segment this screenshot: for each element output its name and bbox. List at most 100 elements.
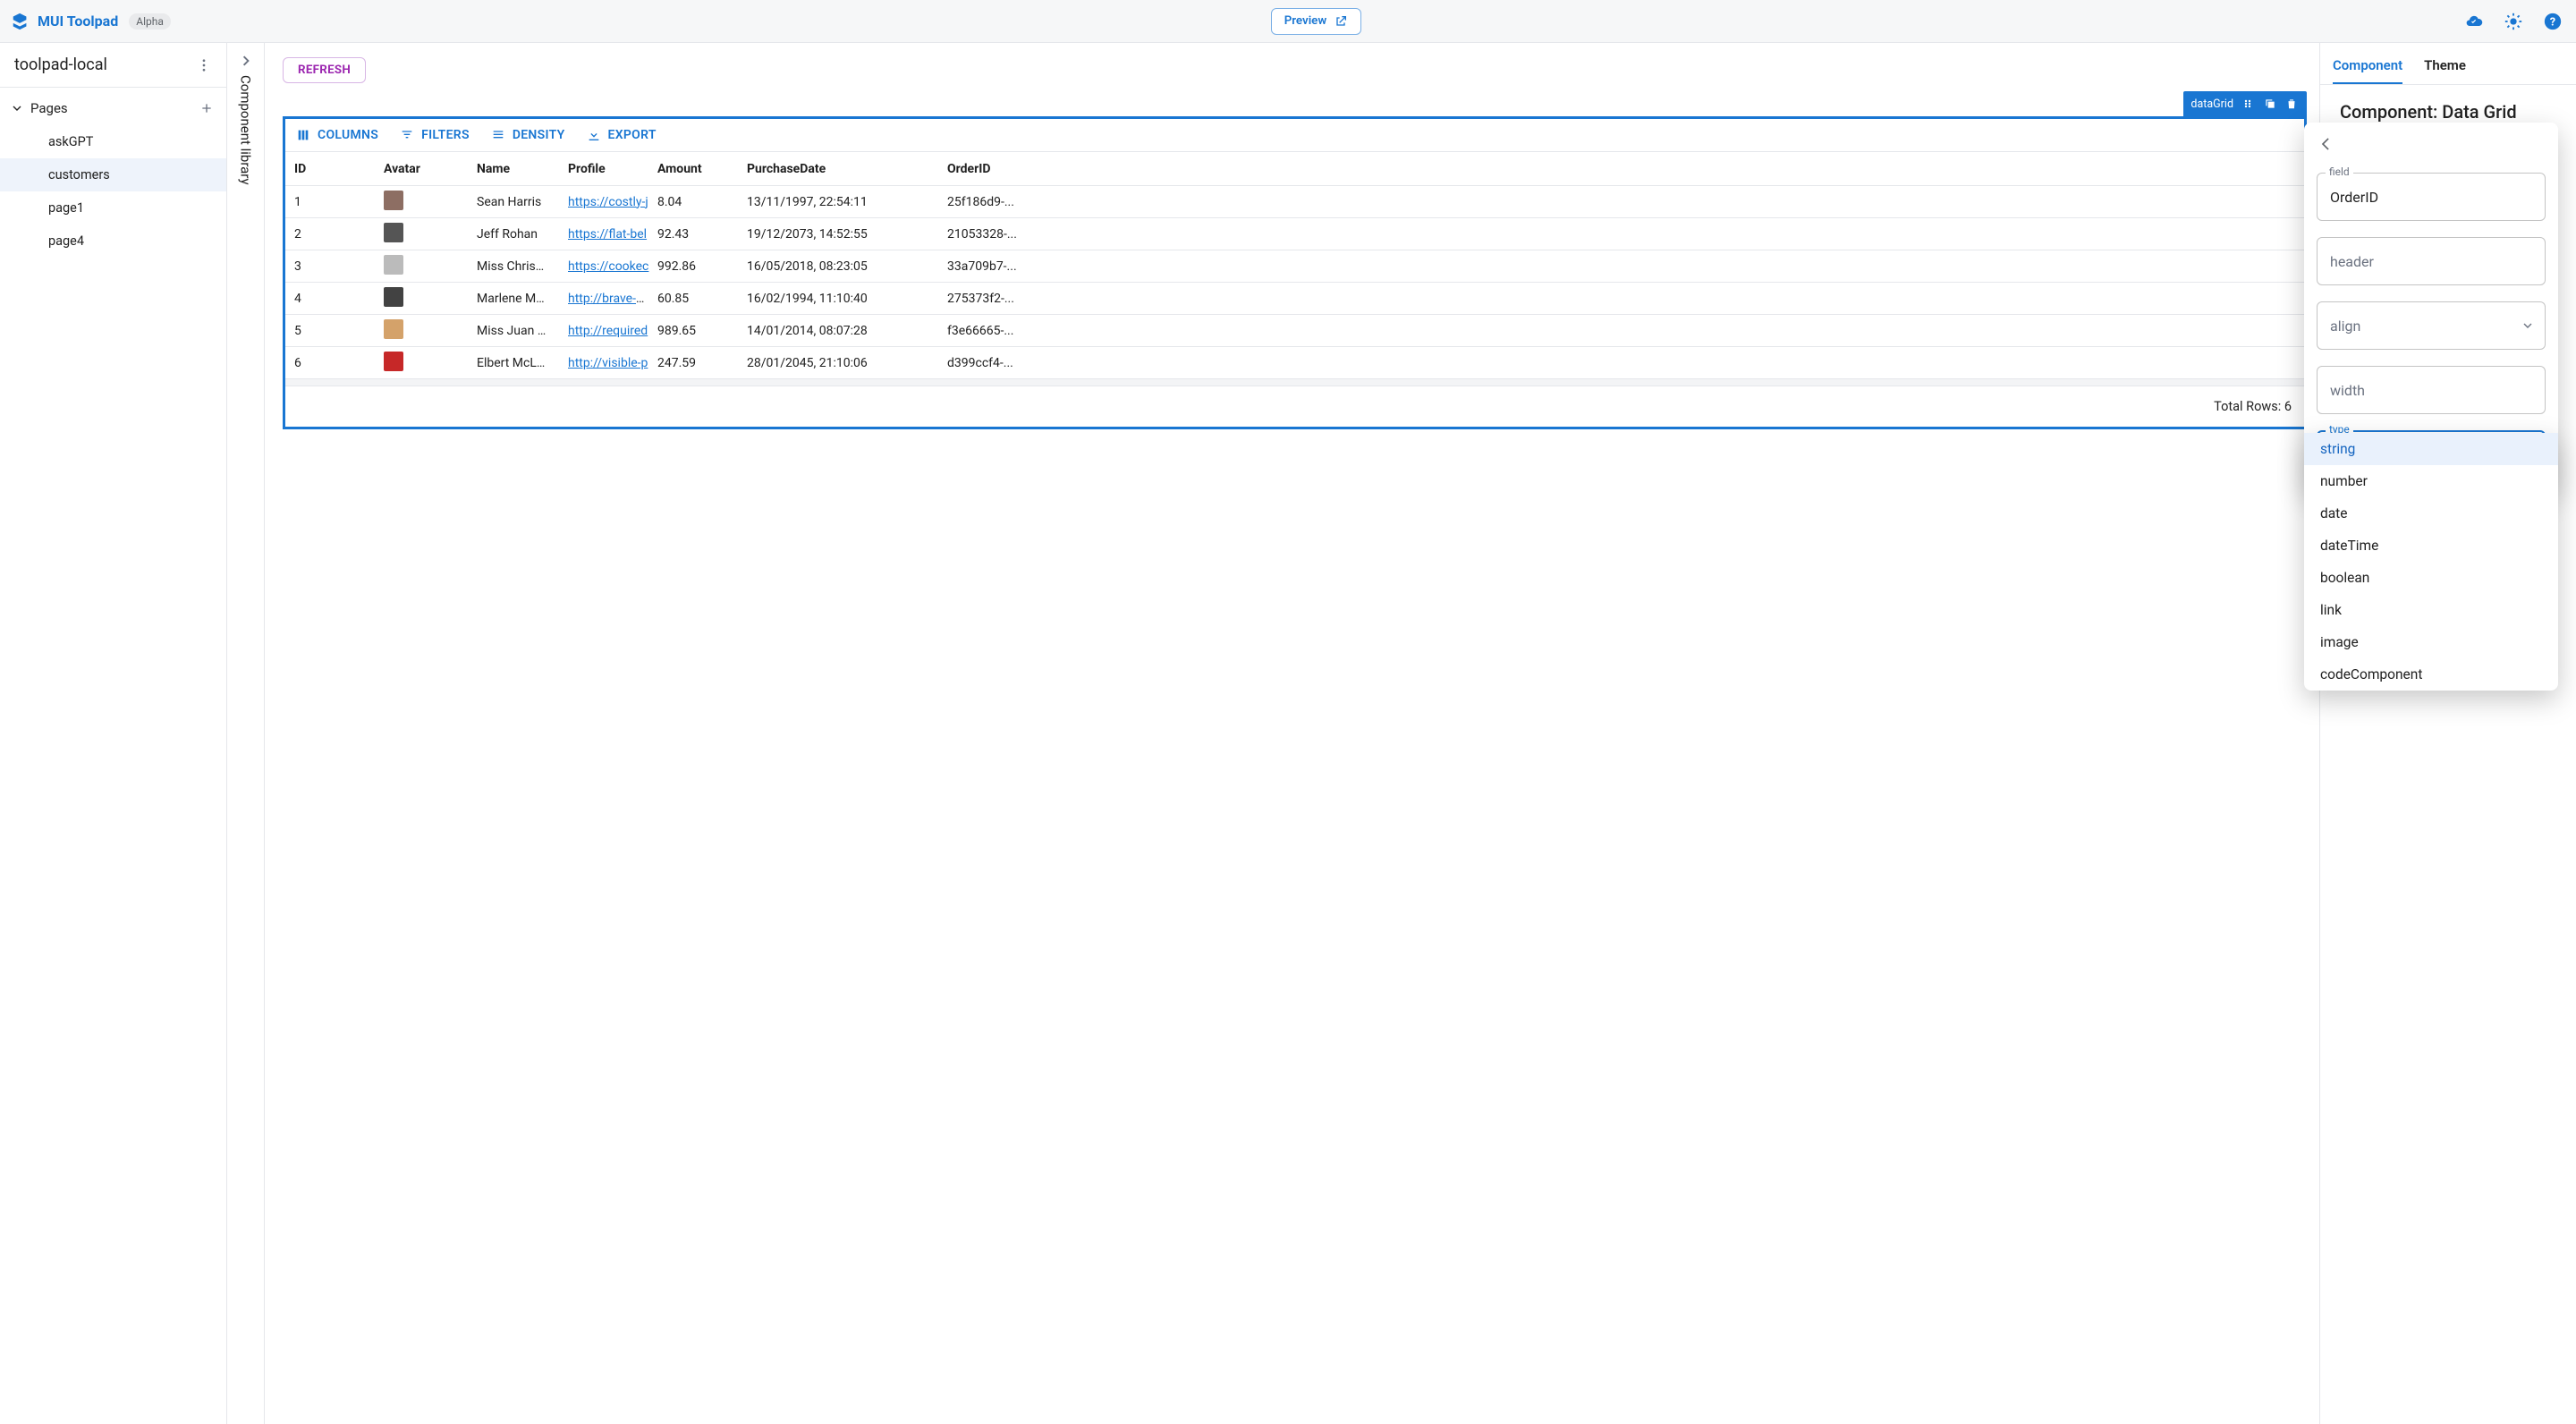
profile-link[interactable]: http://required xyxy=(568,324,648,338)
page-item-page1[interactable]: page1 xyxy=(0,191,226,225)
cell-id: 2 xyxy=(294,227,384,242)
cell-order: f3e66665-... xyxy=(947,324,2295,338)
align-select[interactable]: align xyxy=(2317,301,2546,350)
add-page-icon[interactable] xyxy=(199,101,214,115)
grid-columns-button[interactable]: COLUMNS xyxy=(296,128,378,142)
table-row[interactable]: 5Miss Juan …http://required989.6514/01/2… xyxy=(285,314,2304,346)
cell-date: 16/02/1994, 11:10:40 xyxy=(747,292,947,306)
filter-icon xyxy=(400,128,414,142)
tab-theme[interactable]: Theme xyxy=(2424,48,2466,84)
delete-icon[interactable] xyxy=(2284,96,2300,112)
table-row[interactable]: 6Elbert McL…http://visible-p247.5928/01/… xyxy=(285,346,2304,378)
table-row[interactable]: 1Sean Harrishttps://costly-j8.0413/11/19… xyxy=(285,185,2304,217)
type-option-link[interactable]: link xyxy=(2304,594,2558,626)
cell-name: Elbert McL… xyxy=(477,356,568,370)
cell-date: 28/01/2045, 21:10:06 xyxy=(747,356,947,370)
type-option-dateTime[interactable]: dateTime xyxy=(2304,530,2558,562)
page-item-page4[interactable]: page4 xyxy=(0,225,226,258)
grid-filters-button[interactable]: FILTERS xyxy=(400,128,470,142)
type-option-image[interactable]: image xyxy=(2304,626,2558,658)
cell-avatar xyxy=(384,255,477,278)
project-menu-icon[interactable] xyxy=(196,57,212,73)
cell-name: Miss Juan … xyxy=(477,324,568,338)
type-option-number[interactable]: number xyxy=(2304,465,2558,497)
refresh-button[interactable]: REFRESH xyxy=(283,57,366,83)
theme-toggle-icon[interactable] xyxy=(2501,9,2526,34)
cell-name: Jeff Rohan xyxy=(477,227,568,242)
cell-order: 33a709b7-... xyxy=(947,259,2295,274)
duplicate-icon[interactable] xyxy=(2262,96,2278,112)
pages-header[interactable]: Pages xyxy=(0,91,226,125)
avatar-icon xyxy=(384,287,403,307)
field-input[interactable]: OrderID xyxy=(2317,173,2546,221)
col-header[interactable]: Name xyxy=(477,162,568,176)
component-library-rail[interactable]: Component library xyxy=(227,43,265,1424)
page-item-customers[interactable]: customers xyxy=(0,158,226,191)
cell-order: 275373f2-... xyxy=(947,292,2295,306)
cell-profile: http://required xyxy=(568,324,657,338)
cell-name: Marlene M… xyxy=(477,292,568,306)
col-header[interactable]: Profile xyxy=(568,162,657,176)
col-header[interactable]: OrderID xyxy=(947,162,2295,176)
table-row[interactable]: 3Miss Chris…https://cookec992.8616/05/20… xyxy=(285,250,2304,282)
field-input-wrapper: field OrderID xyxy=(2317,173,2546,221)
data-grid[interactable]: COLUMNS FILTERS DENSITY EXPORT ID Avatar xyxy=(283,116,2307,429)
canvas: REFRESH dataGrid COLUMNS FILTERS DENSITY xyxy=(265,43,2319,1424)
tab-component[interactable]: Component xyxy=(2333,48,2402,84)
sidebar: toolpad-local Pages askGPTcustomerspage1… xyxy=(0,43,227,1424)
cell-avatar xyxy=(384,223,477,246)
selection-label: dataGrid xyxy=(2190,97,2233,111)
profile-link[interactable]: http://visible-p xyxy=(568,356,648,370)
cell-date: 13/11/1997, 22:54:11 xyxy=(747,195,947,209)
cell-amount: 247.59 xyxy=(657,356,747,370)
type-option-boolean[interactable]: boolean xyxy=(2304,562,2558,594)
grid-scrollbar[interactable] xyxy=(285,378,2304,386)
cell-amount: 992.86 xyxy=(657,259,747,274)
cell-profile: https://costly-j xyxy=(568,195,657,209)
grid-density-button[interactable]: DENSITY xyxy=(491,128,565,142)
align-select-wrapper: align xyxy=(2317,301,2546,350)
type-option-codeComponent[interactable]: codeComponent xyxy=(2304,658,2558,691)
cell-name: Sean Harris xyxy=(477,195,568,209)
grid-footer: Total Rows: 6 xyxy=(285,386,2304,427)
table-row[interactable]: 2Jeff Rohanhttps://flat-bel92.4319/12/20… xyxy=(285,217,2304,250)
profile-link[interactable]: https://cookec xyxy=(568,259,648,274)
col-header[interactable]: PurchaseDate xyxy=(747,162,947,176)
table-row[interactable]: 4Marlene M…http://brave-we60.8516/02/199… xyxy=(285,282,2304,314)
appbar-actions: ? xyxy=(2462,9,2565,34)
brand: MUI Toolpad Alpha xyxy=(11,12,171,31)
pages-label: Pages xyxy=(30,100,192,116)
header-input[interactable]: header xyxy=(2317,237,2546,285)
brand-title: MUI Toolpad xyxy=(38,13,118,30)
cell-id: 1 xyxy=(294,195,384,209)
grid-export-button[interactable]: EXPORT xyxy=(587,128,657,142)
alpha-badge: Alpha xyxy=(129,13,171,30)
profile-link[interactable]: http://brave-we xyxy=(568,292,652,306)
drag-handle-icon[interactable] xyxy=(2241,96,2257,112)
inspector-title: Component: Data Grid xyxy=(2320,85,2576,128)
width-input[interactable]: width xyxy=(2317,366,2546,414)
col-header[interactable]: ID xyxy=(294,162,384,176)
cloud-sync-icon[interactable] xyxy=(2462,9,2487,34)
avatar-icon xyxy=(384,223,403,242)
cell-profile: https://flat-bel xyxy=(568,227,657,242)
help-icon[interactable]: ? xyxy=(2540,9,2565,34)
profile-link[interactable]: https://flat-bel xyxy=(568,227,647,242)
col-header[interactable]: Avatar xyxy=(384,162,477,176)
type-option-string[interactable]: string xyxy=(2304,433,2558,465)
cell-date: 14/01/2014, 08:07:28 xyxy=(747,324,947,338)
chevron-down-icon xyxy=(2523,321,2532,330)
preview-button[interactable]: Preview xyxy=(1271,8,1361,35)
back-icon[interactable] xyxy=(2317,135,2334,153)
cell-date: 16/05/2018, 08:23:05 xyxy=(747,259,947,274)
avatar-icon xyxy=(384,319,403,339)
selection-toolbar: dataGrid xyxy=(2183,91,2307,116)
type-option-date[interactable]: date xyxy=(2304,497,2558,530)
svg-text:?: ? xyxy=(2550,15,2555,29)
page-item-askGPT[interactable]: askGPT xyxy=(0,125,226,158)
profile-link[interactable]: https://costly-j xyxy=(568,195,648,209)
col-header[interactable]: Amount xyxy=(657,162,747,176)
expand-rail-icon[interactable] xyxy=(241,55,251,66)
cell-avatar xyxy=(384,319,477,343)
width-input-wrapper: width xyxy=(2317,366,2546,414)
